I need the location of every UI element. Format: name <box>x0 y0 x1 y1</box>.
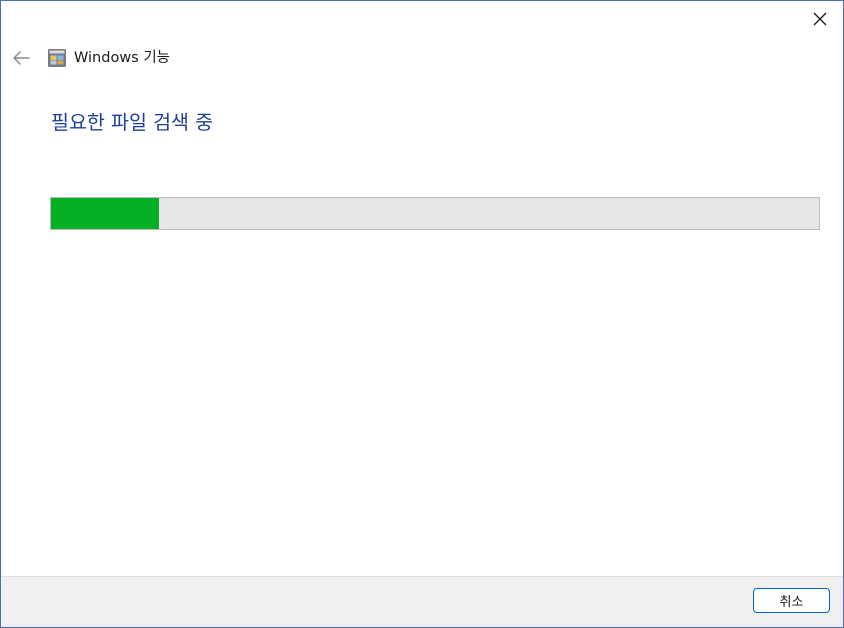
close-icon <box>813 12 827 26</box>
window-title: Windows 기능 <box>74 50 171 66</box>
windows-features-icon <box>48 49 66 67</box>
close-button[interactable] <box>797 1 843 37</box>
progress-bar <box>50 197 820 230</box>
back-arrow-icon <box>13 51 30 65</box>
cancel-button[interactable]: 취소 <box>753 588 830 613</box>
dialog-footer: 취소 <box>1 576 843 627</box>
dialog-window: Windows 기능 필요한 파일 검색 중 취소 <box>0 0 844 628</box>
progress-bar-fill <box>51 198 159 229</box>
page-heading: 필요한 파일 검색 중 <box>51 111 214 134</box>
back-button[interactable] <box>7 45 35 71</box>
